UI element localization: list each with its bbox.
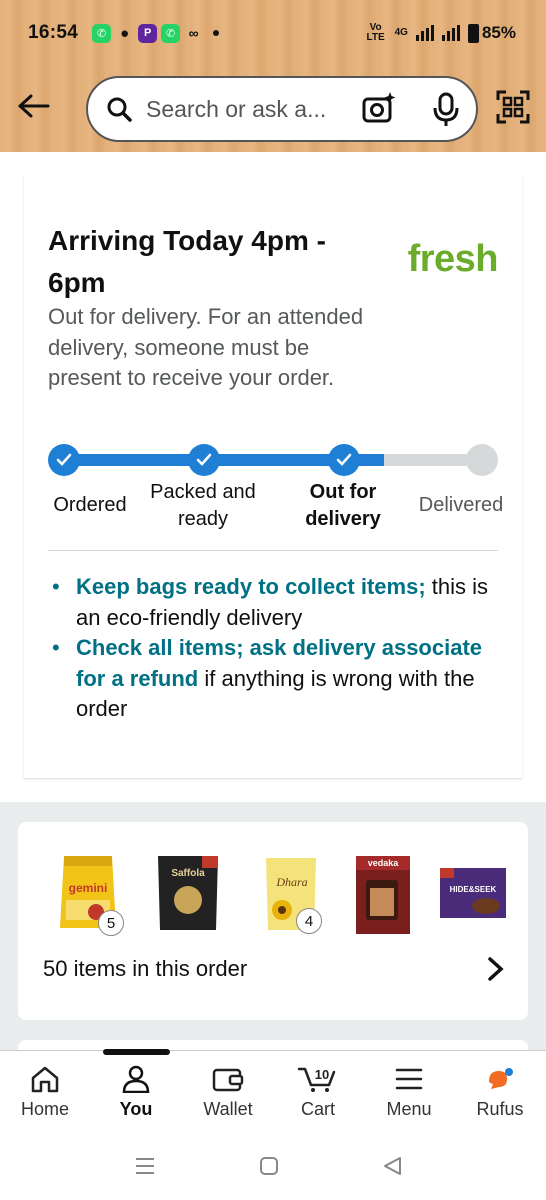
tip-item: • Keep bags ready to collect items; this…: [52, 572, 492, 633]
check-icon: [336, 453, 352, 466]
nav-rufus[interactable]: Rufus: [455, 1065, 545, 1120]
delivery-tips: • Keep bags ready to collect items; this…: [52, 572, 492, 725]
svg-text:Dhara: Dhara: [275, 875, 307, 889]
whatsapp-icon: ✆: [92, 23, 112, 43]
network-type: 4G: [394, 27, 408, 38]
signal-icon: [441, 25, 460, 41]
status-bar: 16:54 ✆ ● P ✆ ∞ Vo LTE 4G 85%: [28, 20, 516, 46]
nav-menu[interactable]: Menu: [364, 1065, 454, 1120]
quantity-badge: 5: [98, 910, 124, 936]
fresh-logo: fresh: [407, 238, 499, 280]
step-label-out-for-delivery: Out for delivery: [305, 481, 381, 530]
svg-text:vedaka: vedaka: [368, 858, 400, 868]
nav-home[interactable]: Home: [0, 1065, 90, 1120]
nav-label: Wallet: [203, 1099, 253, 1119]
home-button-icon[interactable]: [259, 1156, 279, 1176]
quantity-badge: 4: [296, 908, 322, 934]
product-image-hide-and-seek: HIDE&SEEK: [440, 868, 506, 918]
volte-icon: Vo LTE: [366, 22, 385, 43]
signal-icon: [415, 25, 434, 41]
menu-icon: [395, 1068, 423, 1090]
status-time: 16:54: [28, 22, 79, 43]
nav-label: Home: [20, 1099, 69, 1119]
step-label-delivered: Delivered: [418, 494, 504, 516]
divider: [48, 550, 498, 551]
phonepe-icon: P: [138, 23, 158, 43]
step-out-for-delivery-marker: [328, 444, 360, 476]
product-image-saffola: Saffola: [158, 856, 218, 930]
back-button[interactable]: [16, 88, 52, 124]
wallet-icon: [212, 1068, 244, 1092]
battery-percent: 85%: [481, 23, 516, 42]
nav-cart[interactable]: 10 Cart: [273, 1065, 363, 1120]
svg-text:HIDE&SEEK: HIDE&SEEK: [450, 885, 497, 894]
arrival-title: Arriving Today 4pm - 6pm: [48, 225, 326, 298]
delivery-status-card: Arriving Today 4pm - 6pm fresh Out for d…: [24, 176, 522, 778]
step-label-packed: Packed and ready: [150, 481, 256, 530]
search-icon: [107, 97, 132, 122]
nav-label: You: [119, 1099, 153, 1119]
user-icon: [122, 1065, 150, 1093]
camera-search-icon[interactable]: [362, 92, 396, 126]
active-tab-indicator: [103, 1049, 170, 1055]
product-thumbnail[interactable]: vedaka: [352, 850, 424, 934]
battery-indicator: 85%: [467, 23, 516, 43]
header: 16:54 ✆ ● P ✆ ∞ Vo LTE 4G 85% Search or …: [0, 0, 546, 152]
home-icon: [31, 1066, 59, 1093]
whatsapp-icon: ✆: [161, 23, 181, 43]
rufus-icon: [489, 1068, 513, 1089]
recents-icon[interactable]: [134, 1156, 156, 1176]
check-icon: [56, 453, 72, 466]
search-input[interactable]: Search or ask a...: [146, 96, 346, 123]
items-count-link[interactable]: 50 items in this order: [43, 956, 247, 982]
system-navigation-bar: [0, 1136, 546, 1200]
step-label-ordered: Ordered: [53, 494, 127, 516]
more-notifications-icon: [213, 30, 220, 36]
nav-label: Rufus: [476, 1099, 524, 1119]
bullet: •: [52, 635, 60, 660]
nav-label: Cart: [300, 1099, 335, 1119]
cart-badge: 10: [315, 1067, 329, 1082]
step-ordered-marker: [48, 444, 80, 476]
back-nav-icon[interactable]: [382, 1156, 402, 1176]
order-items-card[interactable]: gemini 5 Saffola Dhara 4 vedaka HIDE&SEE…: [18, 822, 528, 1020]
search-bar[interactable]: Search or ask a...: [86, 76, 478, 142]
back-arrow-icon: [18, 94, 50, 118]
chevron-right-icon[interactable]: [486, 956, 506, 982]
microphone-icon[interactable]: [432, 92, 460, 128]
nav-label: Menu: [386, 1099, 432, 1119]
qr-scanner-icon[interactable]: [496, 90, 530, 124]
notification-icons: ✆ ● P ✆ ∞: [92, 23, 220, 43]
tip-item: • Check all items; ask delivery associat…: [52, 633, 492, 725]
step-packed-marker: [188, 444, 220, 476]
nav-wallet[interactable]: Wallet: [183, 1065, 273, 1120]
product-thumbnail[interactable]: HIDE&SEEK: [438, 850, 510, 934]
battery-icon: [467, 23, 479, 43]
check-icon: [196, 453, 212, 466]
step-delivered-marker: [466, 444, 498, 476]
product-image-vedaka: vedaka: [356, 856, 410, 934]
bottom-navigation: Home You Wallet 10 Cart Menu Rufus: [0, 1049, 546, 1136]
nav-you[interactable]: You: [91, 1065, 181, 1120]
bullet: •: [52, 574, 60, 599]
tip-link[interactable]: Keep bags ready to collect items;: [76, 574, 426, 599]
product-thumbnail[interactable]: Saffola: [152, 850, 224, 934]
svg-text:Saffola: Saffola: [171, 868, 205, 879]
svg-text:gemini: gemini: [69, 881, 108, 895]
delivery-description: Out for delivery. For an attended delive…: [48, 304, 364, 390]
cart-icon: 10: [297, 1067, 336, 1092]
delivery-progress-tracker: [48, 444, 498, 476]
chat-icon: ●: [120, 24, 130, 42]
app-icon: ∞: [188, 25, 199, 41]
